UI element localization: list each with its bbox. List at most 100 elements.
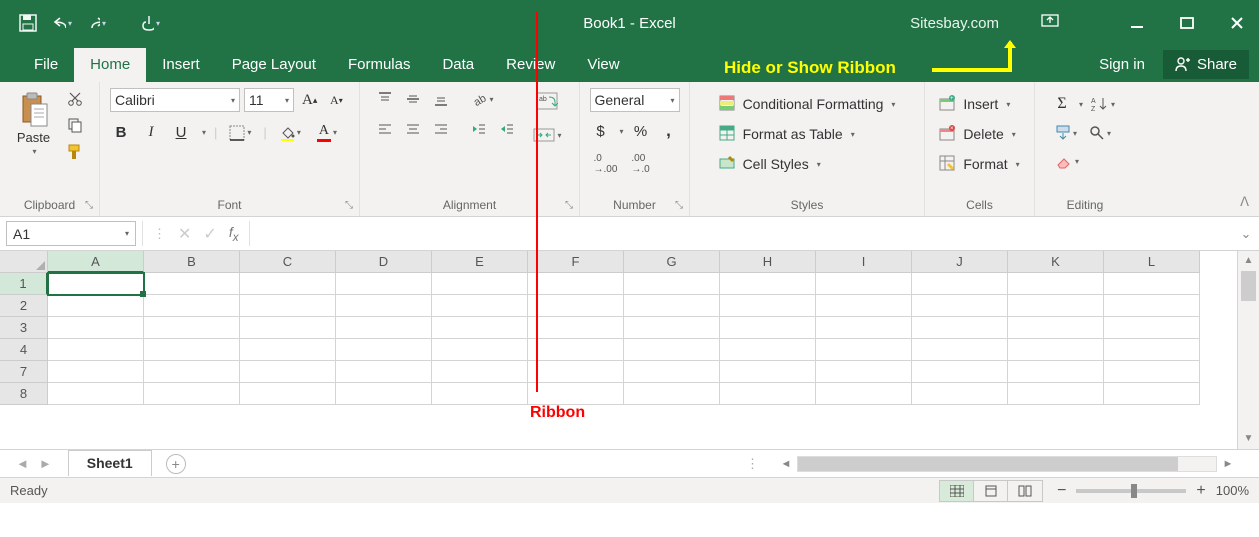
decrease-decimal-button[interactable]: .00→.0 <box>627 150 653 178</box>
tab-data[interactable]: Data <box>426 48 490 82</box>
undo-icon[interactable]: ▾ <box>52 13 72 33</box>
cell[interactable] <box>528 361 624 383</box>
cell[interactable] <box>1008 361 1104 383</box>
cell[interactable] <box>624 273 720 295</box>
row-header[interactable]: 1 <box>0 273 48 295</box>
cell[interactable] <box>336 273 432 295</box>
align-bottom-button[interactable] <box>429 88 453 110</box>
fill-button[interactable]: ▾ <box>1051 122 1081 144</box>
cell[interactable] <box>1104 273 1200 295</box>
cell[interactable] <box>48 383 144 405</box>
cell[interactable] <box>528 383 624 405</box>
column-header[interactable]: C <box>240 251 336 273</box>
bold-button[interactable]: B <box>110 121 132 144</box>
minimize-icon[interactable] <box>1127 13 1147 33</box>
autosum-button[interactable]: Σ <box>1051 92 1073 116</box>
clipboard-launcher-icon[interactable]: ⤡ <box>85 200 93 211</box>
cell[interactable] <box>432 295 528 317</box>
cell[interactable] <box>624 295 720 317</box>
align-right-button[interactable] <box>429 118 453 140</box>
page-break-view-button[interactable] <box>1008 481 1042 501</box>
zoom-level[interactable]: 100% <box>1216 483 1249 498</box>
cell[interactable] <box>48 317 144 339</box>
cell[interactable] <box>432 317 528 339</box>
page-layout-view-button[interactable] <box>974 481 1008 501</box>
column-header[interactable]: H <box>720 251 816 273</box>
cell[interactable] <box>1008 339 1104 361</box>
delete-cells-button[interactable]: ×Delete▾ <box>937 122 1017 146</box>
increase-indent-button[interactable] <box>495 118 519 140</box>
cell[interactable] <box>144 295 240 317</box>
cell[interactable] <box>816 273 912 295</box>
sheet-nav-next-icon[interactable]: ► <box>39 456 52 471</box>
cell[interactable] <box>432 273 528 295</box>
cell[interactable] <box>912 339 1008 361</box>
cell[interactable] <box>816 295 912 317</box>
cell[interactable] <box>336 339 432 361</box>
touch-mode-icon[interactable]: ▾ <box>140 13 160 33</box>
underline-button[interactable]: U <box>170 121 192 144</box>
tab-review[interactable]: Review <box>490 48 571 82</box>
cell[interactable] <box>336 295 432 317</box>
name-box[interactable]: A1▾ <box>6 221 136 246</box>
font-size-combo[interactable]: 11▾ <box>244 88 294 112</box>
increase-decimal-button[interactable]: .0→.00 <box>590 150 622 178</box>
cell[interactable] <box>144 361 240 383</box>
cell[interactable] <box>912 361 1008 383</box>
collapse-ribbon-icon[interactable]: ᐱ <box>1240 194 1249 210</box>
find-select-button[interactable]: ▾ <box>1085 122 1115 144</box>
tab-page-layout[interactable]: Page Layout <box>216 48 332 82</box>
new-sheet-button[interactable]: + <box>166 454 186 474</box>
tab-file[interactable]: File <box>18 48 74 82</box>
cell[interactable] <box>528 317 624 339</box>
cell[interactable] <box>528 339 624 361</box>
alignment-launcher-icon[interactable]: ⤡ <box>565 200 573 211</box>
cell[interactable] <box>1104 383 1200 405</box>
number-format-combo[interactable]: General▾ <box>590 88 680 112</box>
row-header[interactable]: 7 <box>0 361 48 383</box>
cell[interactable] <box>48 361 144 383</box>
align-top-button[interactable] <box>373 88 397 110</box>
redo-icon[interactable]: ▾ <box>86 13 106 33</box>
insert-function-icon[interactable]: fx <box>229 224 239 244</box>
vertical-scrollbar[interactable]: ▲ ▼ <box>1237 251 1259 449</box>
column-header[interactable]: F <box>528 251 624 273</box>
row-header[interactable]: 2 <box>0 295 48 317</box>
comma-format-button[interactable]: , <box>658 118 680 144</box>
cell[interactable] <box>528 295 624 317</box>
cell[interactable] <box>816 339 912 361</box>
tab-home[interactable]: Home <box>74 48 146 82</box>
cell[interactable] <box>1008 383 1104 405</box>
copy-button[interactable] <box>62 114 88 136</box>
paste-button[interactable]: Paste ▾ <box>11 88 56 160</box>
column-header[interactable]: J <box>912 251 1008 273</box>
maximize-icon[interactable] <box>1177 13 1197 33</box>
scroll-down-icon[interactable]: ▼ <box>1238 429 1259 449</box>
align-center-button[interactable] <box>401 118 425 140</box>
normal-view-button[interactable] <box>940 481 974 501</box>
number-launcher-icon[interactable]: ⤡ <box>675 200 683 211</box>
column-header[interactable]: E <box>432 251 528 273</box>
formula-input[interactable] <box>250 221 1233 246</box>
cell[interactable] <box>144 273 240 295</box>
font-name-combo[interactable]: Calibri▾ <box>110 88 240 112</box>
scroll-up-icon[interactable]: ▲ <box>1238 251 1259 271</box>
cell[interactable] <box>240 383 336 405</box>
tab-view[interactable]: View <box>571 48 635 82</box>
cell[interactable] <box>720 361 816 383</box>
increase-font-button[interactable]: A▴ <box>298 89 321 112</box>
cell[interactable] <box>240 295 336 317</box>
format-painter-button[interactable] <box>62 140 88 164</box>
tab-formulas[interactable]: Formulas <box>332 48 427 82</box>
cell[interactable] <box>1008 317 1104 339</box>
cell[interactable] <box>1104 295 1200 317</box>
cell[interactable] <box>1008 295 1104 317</box>
sort-filter-button[interactable]: AZ▾ <box>1087 93 1119 115</box>
save-icon[interactable] <box>18 13 38 33</box>
cell[interactable] <box>720 339 816 361</box>
decrease-font-button[interactable]: A▾ <box>325 89 347 111</box>
cancel-formula-icon[interactable]: ✕ <box>178 224 191 244</box>
fill-color-button[interactable]: ▾ <box>275 122 305 144</box>
cell[interactable] <box>48 295 144 317</box>
select-all-corner[interactable] <box>0 251 48 273</box>
